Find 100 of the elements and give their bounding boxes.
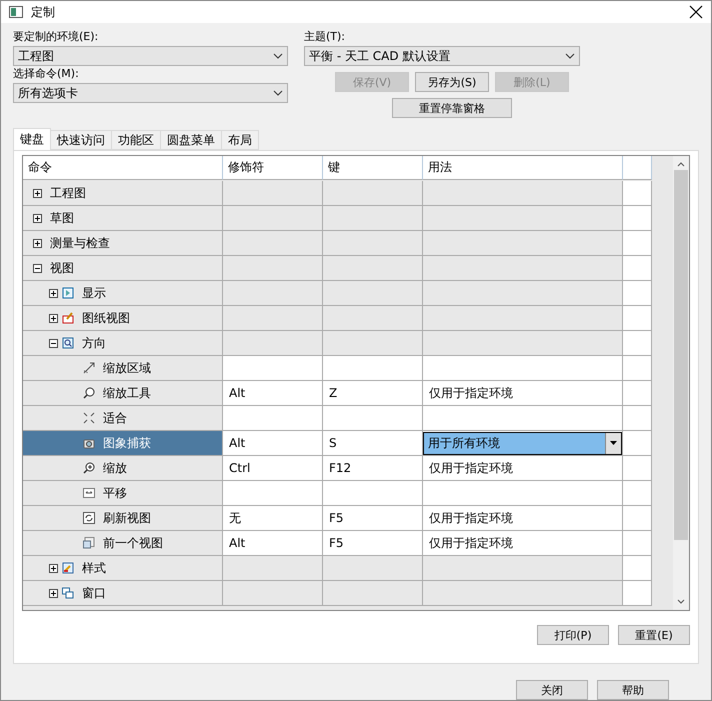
drawing-sheet-icon	[62, 312, 74, 324]
command-cell[interactable]: 草图	[23, 206, 223, 231]
magnifier-icon	[83, 387, 95, 399]
command-cell[interactable]: 缩放	[23, 456, 223, 481]
usage-cell: 仅用于指定环境	[423, 456, 623, 481]
table-button[interactable]: 重置(E)	[618, 625, 690, 645]
chevron-down-icon	[273, 53, 283, 59]
table-cell	[623, 531, 652, 556]
camera-icon	[83, 437, 95, 449]
brush-icon	[62, 562, 74, 574]
table-cell	[623, 406, 652, 431]
footer-button[interactable]: 帮助	[597, 680, 669, 700]
field-label: 要定制的环境(E):	[13, 29, 100, 45]
usage-cell: 仅用于指定环境	[423, 531, 623, 556]
close-icon[interactable]	[689, 5, 703, 19]
key-cell: F5	[323, 531, 423, 556]
table-cell	[623, 356, 652, 381]
collapse-icon[interactable]	[33, 264, 42, 272]
caret-icon	[610, 441, 617, 445]
column-header[interactable]: 用法	[423, 156, 623, 180]
app-icon	[9, 6, 23, 18]
expand-icon[interactable]	[33, 214, 42, 222]
modifier-cell: Alt	[223, 531, 323, 556]
table-cell	[623, 456, 652, 481]
command-cell[interactable]: 方向	[23, 331, 223, 356]
command-cell[interactable]: 视图	[23, 256, 223, 281]
zoom-area-icon	[83, 362, 95, 374]
scrollbar[interactable]	[673, 156, 689, 610]
table-cell	[623, 381, 652, 406]
table-cell	[623, 581, 652, 606]
dropdown-button[interactable]	[605, 432, 621, 454]
table-cell	[623, 331, 652, 356]
command-cell[interactable]: 缩放区域	[23, 356, 223, 381]
environment-dropdown[interactable]: 工程图	[13, 46, 288, 66]
key-cell: Z	[323, 381, 423, 406]
windows-icon	[62, 587, 74, 599]
usage-dropdown[interactable]: 用于所有环境	[423, 432, 622, 454]
command-cell[interactable]: 工程图	[23, 181, 223, 206]
table-cell	[623, 256, 652, 281]
tab[interactable]: 圆盘菜单	[160, 130, 222, 150]
command-cell[interactable]: 前一个视图	[23, 531, 223, 556]
command-cell[interactable]: 窗口	[23, 581, 223, 606]
modifier-cell: Alt	[223, 431, 323, 456]
modifier-cell: 无	[223, 506, 323, 531]
command-cell[interactable]: 样式	[23, 556, 223, 581]
scroll-up-icon[interactable]	[677, 161, 685, 167]
expand-icon[interactable]	[49, 288, 58, 298]
table-button[interactable]: 打印(P)	[537, 625, 609, 645]
expand-icon[interactable]	[49, 588, 58, 598]
modifier-cell: Alt	[223, 381, 323, 406]
reset-dock-button[interactable]: 重置停靠窗格	[392, 98, 512, 118]
command-cell[interactable]: 显示	[23, 281, 223, 306]
command-cell[interactable]: 缩放工具	[23, 381, 223, 406]
command-cell[interactable]: 图象捕获	[23, 431, 223, 456]
table-cell	[623, 206, 652, 231]
command-cell[interactable]: 平移	[23, 481, 223, 506]
column-header	[623, 156, 652, 180]
command-cell[interactable]: 测量与检查	[23, 231, 223, 256]
expand-icon[interactable]	[33, 238, 42, 248]
footer-button[interactable]: 关闭	[516, 680, 588, 700]
expand-icon[interactable]	[49, 564, 58, 572]
command-cell[interactable]: 刷新视图	[23, 506, 223, 531]
column-header[interactable]: 修饰符	[223, 156, 323, 180]
magnifier-icon	[62, 337, 74, 349]
theme-dropdown[interactable]: 平衡 - 天工 CAD 默认设置	[304, 46, 580, 66]
table-cell	[623, 506, 652, 531]
command-cell[interactable]: 适合	[23, 406, 223, 431]
field-label: 主题(T):	[304, 29, 346, 45]
table-cell	[623, 306, 652, 331]
table-cell	[623, 231, 652, 256]
column-header[interactable]: 键	[323, 156, 423, 180]
table-cell	[623, 481, 652, 506]
command-cell[interactable]: 图纸视图	[23, 306, 223, 331]
table-cell	[623, 556, 652, 581]
fit-arrows-icon	[83, 412, 95, 424]
collapse-icon[interactable]	[49, 338, 58, 348]
field-label: 选择命令(M):	[13, 66, 80, 82]
window-title: 定制	[31, 4, 56, 20]
modifier-cell: Ctrl	[223, 456, 323, 481]
tab[interactable]: 键盘	[13, 128, 51, 150]
expand-icon[interactable]	[33, 188, 42, 198]
table-cell	[623, 281, 652, 306]
tab[interactable]: 快速访问	[50, 130, 112, 150]
usage-cell: 仅用于指定环境	[423, 381, 623, 406]
theme-button[interactable]: 另存为(S)	[415, 72, 489, 92]
refresh-icon	[83, 512, 95, 524]
zoom-in-icon	[83, 462, 95, 474]
key-cell: S	[323, 431, 423, 456]
tab[interactable]: 布局	[221, 130, 259, 150]
expand-icon[interactable]	[49, 314, 58, 322]
scroll-down-icon[interactable]	[677, 599, 685, 605]
pan-icon	[83, 487, 95, 499]
key-cell: F12	[323, 456, 423, 481]
chevron-down-icon	[565, 53, 575, 59]
command-filter-dropdown[interactable]: 所有选项卡	[13, 83, 288, 103]
usage-cell: 仅用于指定环境	[423, 506, 623, 531]
column-header[interactable]: 命令	[23, 156, 223, 180]
key-cell: F5	[323, 506, 423, 531]
display-icon	[62, 287, 74, 299]
tab[interactable]: 功能区	[111, 130, 161, 150]
